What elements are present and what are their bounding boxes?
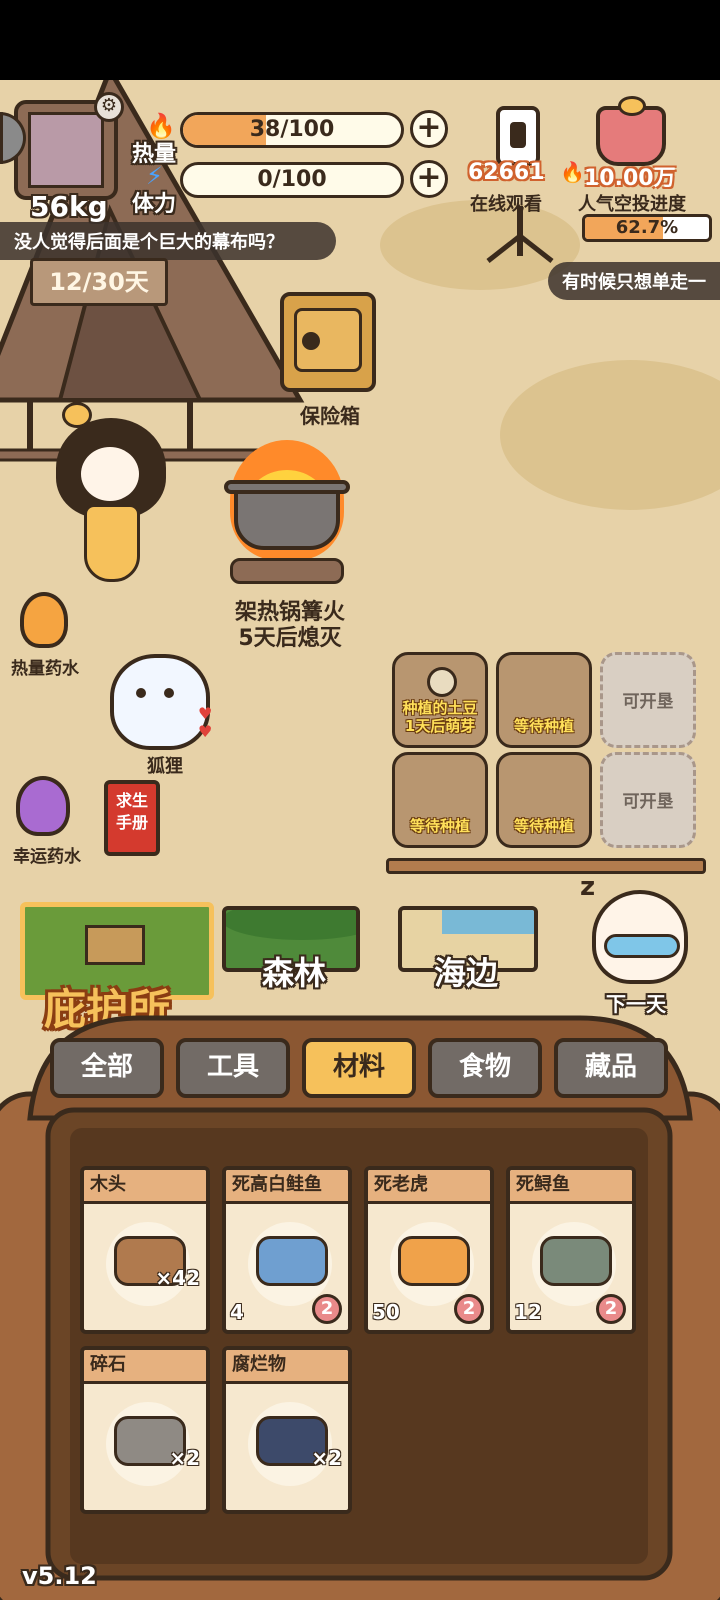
farm-plot-label: 等待种植 [513, 817, 574, 835]
category-tab[interactable]: 材料 [302, 1038, 416, 1098]
add-stamina-button[interactable]: + [410, 160, 448, 198]
airdrop-progress-bar: 62.7% [582, 214, 712, 242]
item-name: 腐烂物 [226, 1350, 348, 1384]
category-tab[interactable]: 藏品 [554, 1038, 668, 1098]
tripod-icon [486, 206, 554, 263]
airdrop-percent: 62.7% [615, 217, 679, 238]
airdrop-label: 人气空投进度 [578, 194, 686, 215]
campfire-timer: 5天后熄灭 [238, 626, 342, 651]
viewer-count: 62661 [468, 160, 545, 185]
item-freshness-badge: 2 [596, 1294, 626, 1324]
farm-plot[interactable]: 等待种植 [496, 652, 592, 748]
add-calorie-button[interactable]: + [410, 110, 448, 148]
safe-icon[interactable] [280, 292, 376, 392]
stamina-label: 体力 [132, 192, 177, 217]
gear-icon[interactable]: ⚙ [94, 92, 124, 122]
farm-plot[interactable]: 等待种植 [392, 752, 488, 848]
farm-plot-label: 可开垦 [622, 792, 674, 812]
item-name: 死鲟鱼 [510, 1170, 632, 1204]
safe-label: 保险箱 [300, 404, 360, 428]
category-tab[interactable]: 全部 [50, 1038, 164, 1098]
stamina-bar: 0/100 [180, 162, 404, 198]
heart-icon: ♥ [198, 722, 213, 741]
item-card[interactable]: 碎石 ×2 [80, 1346, 210, 1514]
survival-manual-label: 求生手册 [115, 791, 148, 832]
luck-potion-label: 幸运药水 [13, 847, 81, 867]
item-freshness-badge: 2 [312, 1294, 342, 1324]
calorie-value: 38/100 [249, 117, 335, 142]
item-card[interactable]: 木头 ×42 [80, 1166, 210, 1334]
stamina-value: 0/100 [257, 167, 327, 192]
survival-manual[interactable]: 求生手册 [104, 780, 160, 856]
item-name: 死高白鲑鱼 [226, 1170, 348, 1204]
player-character[interactable] [48, 402, 178, 594]
campfire-pot[interactable] [224, 440, 350, 590]
day-counter-sign: 12/30天 [30, 258, 168, 306]
player-weight: 56kg [30, 190, 108, 223]
farm-plot[interactable]: 等待种植 [496, 752, 592, 848]
farm-plot-label: 等待种植 [513, 717, 574, 735]
item-name: 死老虎 [368, 1170, 490, 1204]
calorie-potion-icon[interactable] [20, 592, 68, 648]
item-freshness-badge: 2 [454, 1294, 484, 1324]
fence [386, 858, 706, 874]
chat-bubble-left: 没人觉得后面是个巨大的幕布吗？ [0, 222, 336, 260]
sturgeon-icon [540, 1236, 612, 1286]
farm-plot[interactable]: 可开垦 [600, 752, 696, 848]
category-tab[interactable]: 食物 [428, 1038, 542, 1098]
sleep-icon: z [580, 872, 596, 902]
item-count: ×2 [169, 1446, 200, 1470]
calorie-bar: 38/100 [180, 112, 404, 148]
whitefish-icon [256, 1236, 328, 1286]
heart-icon: ♥ [198, 704, 213, 723]
fire-icon: 🔥 [560, 160, 585, 184]
item-card[interactable]: 死鲟鱼 12 2 [506, 1166, 636, 1334]
airdrop-count: 10.00万 [584, 166, 676, 191]
item-count: ×42 [155, 1266, 200, 1290]
ground-patch [500, 360, 720, 510]
calorie-potion-label: 热量药水 [11, 659, 79, 679]
item-count: ×2 [311, 1446, 342, 1470]
tiger-icon [398, 1236, 470, 1286]
potato-icon [427, 667, 457, 697]
item-card[interactable]: 死高白鲑鱼 4 2 [222, 1166, 352, 1334]
item-name: 木头 [84, 1170, 206, 1204]
category-tab[interactable]: 工具 [176, 1038, 290, 1098]
next-day-button[interactable] [592, 890, 688, 984]
campfire-title: 架热锅篝火 [234, 600, 345, 625]
item-calorie-value: 50 [372, 1300, 400, 1324]
chat-bubble-right: 有时候只想单走一 [548, 262, 720, 300]
location-seaside-label: 海边 [434, 954, 499, 992]
campfire-label: 架热锅篝火 5天后熄灭 [210, 600, 370, 652]
location-forest-label: 森林 [262, 954, 327, 992]
item-card[interactable]: 死老虎 50 2 [364, 1166, 494, 1334]
version-label: v5.12 [22, 1562, 97, 1590]
gift-box-icon[interactable] [596, 96, 666, 166]
viewer-label: 在线观看 [470, 194, 542, 215]
item-name: 碎石 [84, 1350, 206, 1384]
item-card[interactable]: 腐烂物 ×2 [222, 1346, 352, 1514]
farm-plot[interactable]: 可开垦 [600, 652, 696, 748]
farm-plot-label: 种植的土豆 1天后萌芽 [402, 699, 478, 735]
item-calorie-value: 4 [230, 1300, 244, 1324]
farm-plot[interactable]: 种植的土豆 1天后萌芽 [392, 652, 488, 748]
farm-plot-label: 等待种植 [409, 817, 470, 835]
item-calorie-value: 12 [514, 1300, 542, 1324]
luck-potion-icon[interactable] [16, 776, 70, 836]
farm-plot-label: 可开垦 [622, 692, 674, 712]
camera-icon[interactable] [496, 106, 540, 166]
fox-pet[interactable] [110, 654, 210, 750]
fox-label: 狐狸 [147, 756, 183, 777]
